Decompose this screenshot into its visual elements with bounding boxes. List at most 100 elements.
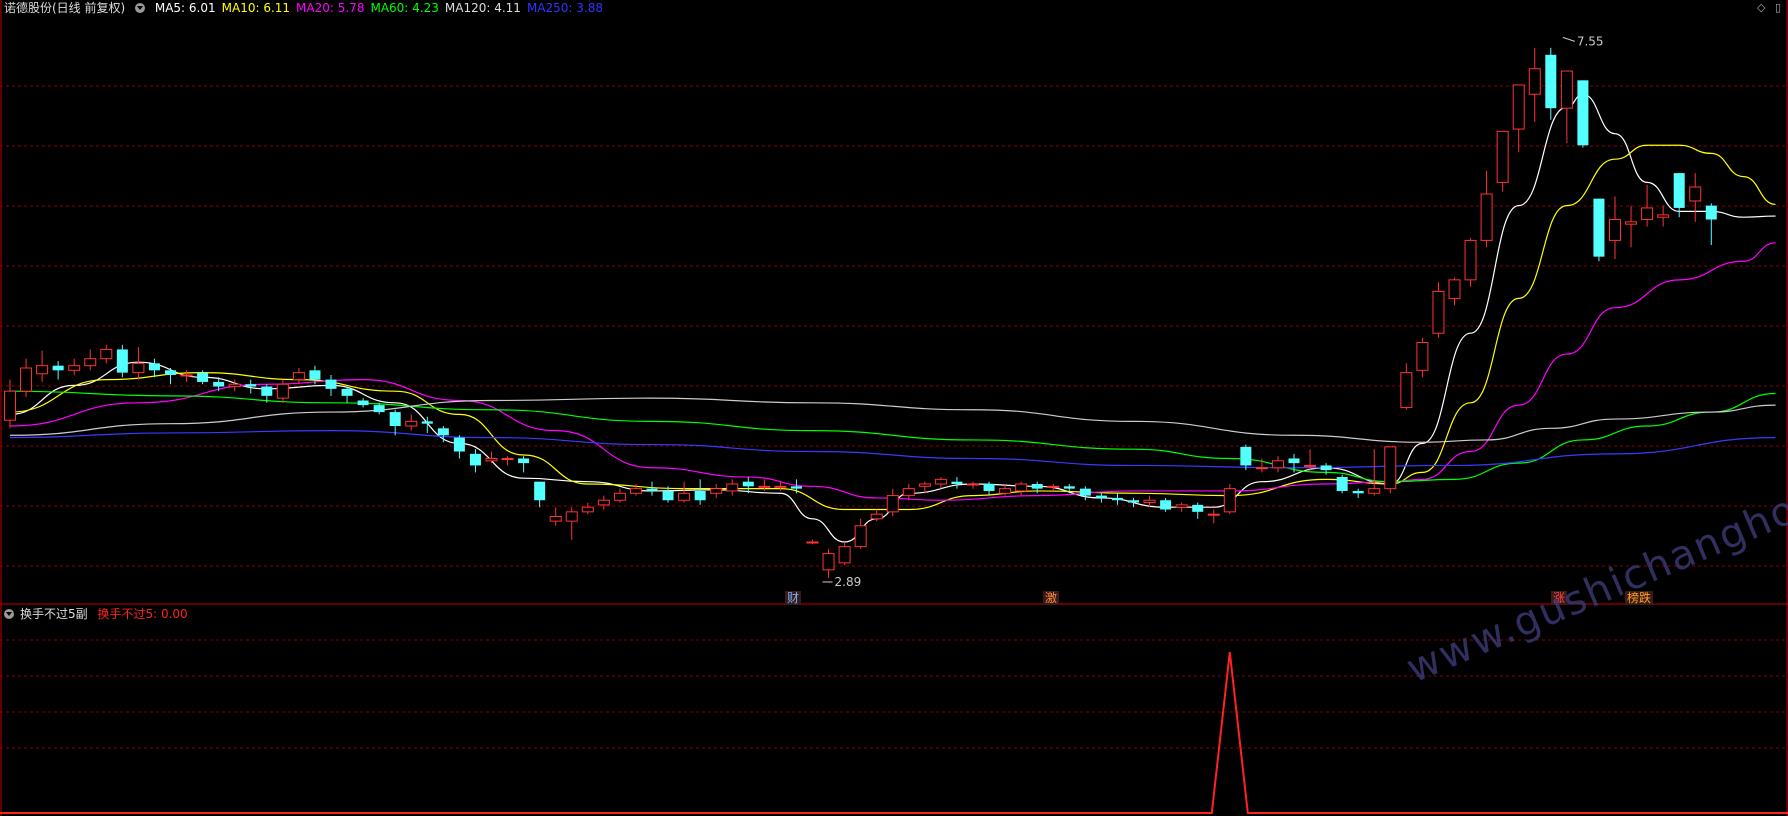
candle-body	[1625, 221, 1638, 225]
candle-body	[1192, 504, 1204, 512]
candle-body	[197, 372, 209, 382]
ma-label: MA60: 4.23	[370, 1, 439, 15]
candles	[4, 47, 1717, 578]
candle-body	[951, 481, 963, 484]
candle-body	[1657, 214, 1670, 218]
dropdown-icon[interactable]	[4, 609, 14, 619]
candle-body	[565, 511, 578, 522]
candle-body	[1528, 68, 1541, 95]
window-icon[interactable]: ▯	[1775, 1, 1781, 14]
candle-body	[100, 348, 113, 360]
candle-body	[886, 495, 899, 513]
candle-body	[213, 381, 225, 387]
candle-body	[1031, 484, 1043, 489]
candle-body	[453, 437, 465, 452]
chart-canvas: 7.55 2.89	[0, 0, 1788, 816]
candle-body	[597, 499, 610, 506]
ma-label: MA5: 6.01	[154, 1, 216, 15]
candle-body	[1175, 504, 1188, 508]
candle-body	[1577, 80, 1589, 146]
candle-body	[357, 400, 369, 406]
candle-body	[613, 492, 626, 501]
event-tag[interactable]: 财	[785, 591, 802, 605]
candle-body	[165, 370, 176, 375]
candle-body	[1015, 483, 1028, 492]
ma-label: MA250: 3.88	[526, 1, 603, 15]
candle-body	[1143, 499, 1156, 504]
candle-body	[1593, 198, 1605, 257]
ma-line-ma5	[9, 93, 1776, 543]
candle-body	[1079, 488, 1091, 496]
candle-body	[1609, 219, 1621, 241]
candle-body	[999, 488, 1012, 494]
candle-body	[148, 363, 160, 371]
candle-body	[341, 388, 353, 396]
candle-body	[629, 488, 642, 494]
diamond-icon[interactable]: ◇	[1757, 1, 1765, 14]
candle-body	[870, 513, 883, 520]
candle-body	[1240, 446, 1252, 466]
sub-panel-title: 换手不过5副	[20, 607, 88, 621]
candle-body	[806, 541, 819, 544]
candle-body	[1512, 84, 1525, 130]
candle-body	[1047, 485, 1060, 488]
dropdown-icon[interactable]	[135, 3, 146, 13]
candle-body	[1223, 488, 1236, 513]
candle-body	[501, 457, 514, 460]
sub-indicator-label: 换手不过5: 0.00	[97, 607, 188, 621]
candle-body	[1095, 495, 1107, 498]
candle-body	[20, 367, 33, 392]
candle-body	[469, 453, 481, 466]
candle-body	[678, 492, 691, 501]
event-tag[interactable]: 激	[1043, 591, 1060, 605]
candle-body	[1063, 486, 1075, 489]
candle-body	[646, 488, 658, 491]
candle-body	[1320, 465, 1332, 471]
candle-body	[790, 486, 802, 489]
chart-title: 诺德股份(日线 前复权)	[4, 1, 126, 15]
candle-body	[1111, 497, 1123, 501]
candle-body	[694, 490, 706, 501]
candle-body	[1416, 341, 1429, 371]
candle-body	[1384, 446, 1397, 490]
candle-body	[373, 405, 385, 413]
candle-body	[276, 383, 289, 399]
candle-body	[1128, 500, 1139, 503]
candle-body	[742, 481, 754, 487]
candle-body	[967, 483, 979, 486]
candle-body	[1336, 477, 1348, 491]
candle-body	[1255, 467, 1268, 470]
candle-body	[1689, 186, 1702, 202]
candle-body	[116, 349, 128, 373]
candle-body	[902, 488, 915, 497]
candle-body	[1352, 490, 1364, 494]
high-pointer	[1562, 36, 1576, 42]
main-header: 诺德股份(日线 前复权) MA5: 6.01 MA10: 6.11 MA20: 5.…	[4, 1, 615, 15]
candle-body	[1464, 239, 1477, 281]
candle-body	[710, 488, 723, 494]
ma-label: MA10: 6.11	[221, 1, 291, 15]
candle-body	[1288, 458, 1300, 464]
candle-body	[389, 412, 401, 426]
high-label: 7.55	[1577, 34, 1604, 48]
candle-body	[1480, 193, 1493, 241]
candle-body	[1545, 54, 1557, 109]
candle-body	[1560, 70, 1573, 109]
candle-body	[518, 458, 530, 464]
candle-body	[1432, 290, 1445, 334]
candle-body	[1705, 205, 1717, 220]
ma-legend: MA5: 6.01 MA10: 6.11 MA20: 5.78 MA60: 4.23 M…	[155, 1, 609, 15]
candle-body	[405, 420, 418, 427]
candle-body	[292, 372, 305, 381]
candle-body	[261, 386, 273, 396]
ma-label: MA120: 4.11	[444, 1, 521, 15]
ma-lines	[9, 93, 1776, 543]
candle-body	[180, 374, 193, 377]
low-label: 2.89	[835, 575, 862, 589]
candle-body	[52, 365, 64, 371]
candle-body	[1673, 173, 1685, 208]
candle-body	[1304, 464, 1317, 467]
candle-body	[325, 379, 337, 389]
candle-body	[758, 485, 771, 488]
sub-header: 换手不过5副 换手不过5: 0.00	[4, 607, 194, 621]
